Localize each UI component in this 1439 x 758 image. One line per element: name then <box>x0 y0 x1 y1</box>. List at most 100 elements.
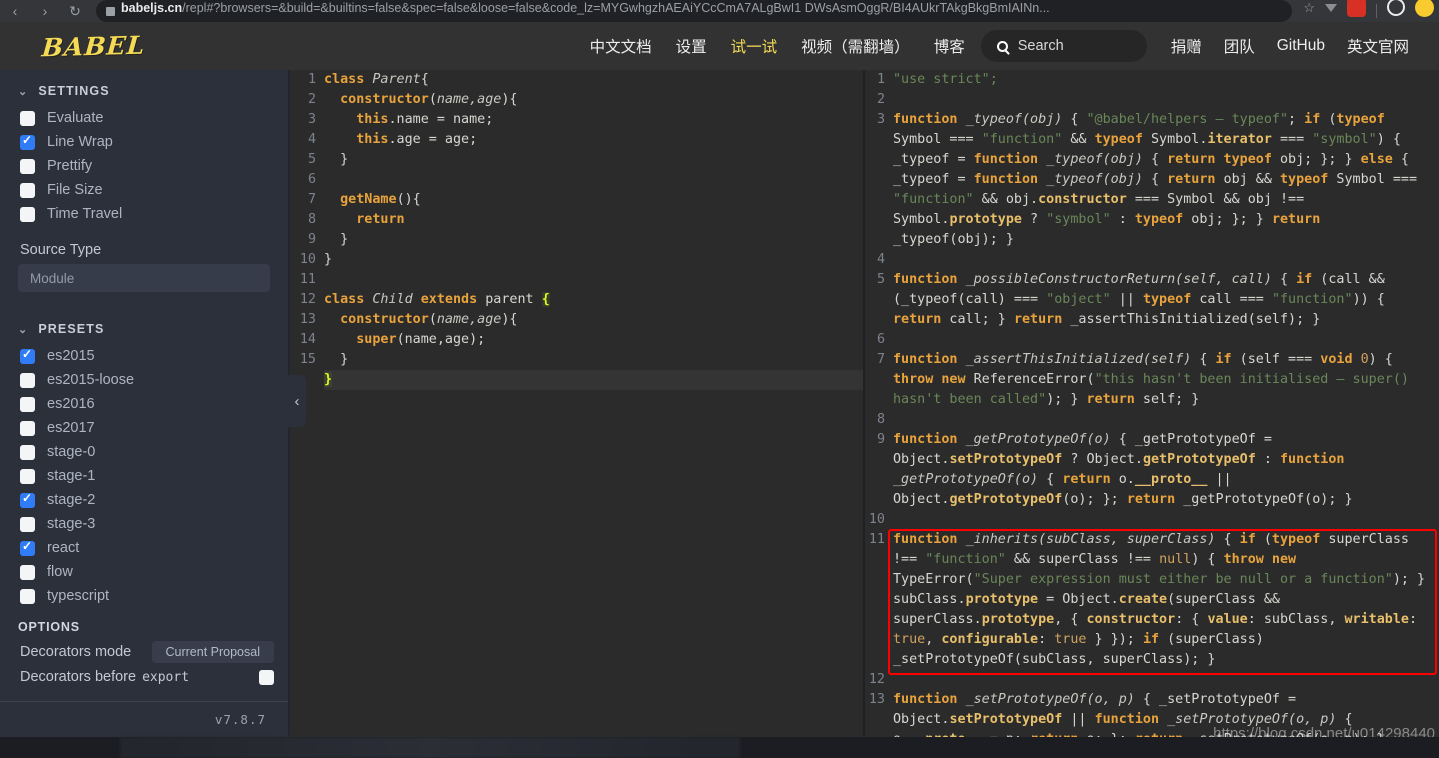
checkbox-icon[interactable] <box>20 588 35 604</box>
preset-typescript[interactable]: typescript <box>0 584 288 608</box>
nav-item-4[interactable]: 博客 <box>934 35 965 57</box>
line-number: 6 <box>876 332 885 347</box>
code-line[interactable]: return <box>324 210 863 230</box>
checkbox-icon[interactable] <box>20 110 35 126</box>
nav-right-item-2[interactable]: GitHub <box>1277 37 1325 55</box>
profile-ring-icon[interactable] <box>1387 0 1405 16</box>
nav-right-item-3[interactable]: 英文官网 <box>1347 35 1409 57</box>
checkbox-icon[interactable] <box>20 133 35 150</box>
code-line[interactable]: constructor(name,age){ <box>324 90 863 110</box>
checkbox-icon[interactable] <box>20 468 35 484</box>
code-token: ? <box>1022 212 1047 227</box>
code-line[interactable] <box>893 410 1439 430</box>
code-line[interactable]: } <box>324 150 863 170</box>
checkbox-icon[interactable] <box>20 420 35 436</box>
code-line[interactable] <box>893 510 1439 530</box>
checkbox-icon[interactable] <box>20 539 35 556</box>
code-line[interactable]: function _possibleConstructorReturn(self… <box>893 270 1439 330</box>
code-token: _assertThisInitialized(self) <box>965 352 1192 367</box>
address-bar[interactable]: babeljs.cn/repl#?browsers=&build=&builti… <box>96 0 1293 22</box>
back-icon[interactable]: ‹ <box>0 3 30 19</box>
code-token: { <box>1062 112 1087 127</box>
source-type-select[interactable]: Module <box>18 264 270 292</box>
checkbox-icon[interactable] <box>20 444 35 460</box>
checkbox-icon[interactable] <box>20 372 35 388</box>
setting-file-size[interactable]: File Size <box>0 178 288 202</box>
code-line[interactable] <box>324 270 863 290</box>
preset-react[interactable]: react <box>0 536 288 560</box>
checkbox-icon[interactable] <box>20 347 35 364</box>
code-line[interactable]: function _getPrototypeOf(o) { _getProtot… <box>893 430 1439 510</box>
checkbox-icon[interactable] <box>20 158 35 174</box>
reload-icon[interactable]: ↻ <box>60 3 90 20</box>
code-line[interactable] <box>893 330 1439 350</box>
checkbox-icon[interactable] <box>20 516 35 532</box>
bookmark-star-icon[interactable]: ☆ <box>1303 0 1315 16</box>
nav-item-1[interactable]: 设置 <box>676 35 707 57</box>
preset-stage-2[interactable]: stage-2 <box>0 488 288 512</box>
code-line[interactable]: getName(){ <box>324 190 863 210</box>
preset-es2016[interactable]: es2016 <box>0 392 288 416</box>
code-line[interactable] <box>893 670 1439 690</box>
input-code-editor[interactable]: 1 class Parent{2 constructor(name,age){3 … <box>290 70 863 758</box>
decorators-mode-row: Decorators mode Current Proposal <box>0 638 288 666</box>
setting-label: Time Travel <box>47 206 123 222</box>
code-line[interactable]: function _assertThisInitialized(self) { … <box>893 350 1439 410</box>
code-token: "symbol" <box>1312 132 1377 147</box>
setting-evaluate[interactable]: Evaluate <box>0 106 288 130</box>
preset-stage-3[interactable]: stage-3 <box>0 512 288 536</box>
presets-section-header[interactable]: ⌄ PRESETS <box>0 292 288 344</box>
nav-item-2[interactable]: 试一试 <box>731 35 778 57</box>
decorators-mode-select[interactable]: Current Proposal <box>151 641 274 663</box>
forward-icon[interactable]: › <box>30 3 60 19</box>
code-line[interactable]: super(name,age); <box>324 330 863 350</box>
checkbox-icon[interactable] <box>20 396 35 412</box>
triangle-down-icon[interactable] <box>1325 4 1337 12</box>
code-line[interactable]: this.name = name; <box>324 110 863 130</box>
extension-icon[interactable] <box>1347 0 1366 17</box>
output-code-editor[interactable]: 1 "use strict"; 2 3 function _typeof(obj) {… <box>863 70 1439 758</box>
search-box[interactable]: Search <box>980 30 1147 62</box>
checkbox-icon[interactable] <box>20 182 35 198</box>
code-line[interactable] <box>324 170 863 190</box>
setting-prettify[interactable]: Prettify <box>0 154 288 178</box>
avatar-icon[interactable] <box>1415 0 1434 17</box>
sidebar-collapse-handle[interactable]: ‹ <box>288 375 306 427</box>
code-line[interactable]: "use strict"; <box>893 70 1439 90</box>
settings-section-header[interactable]: ⌄ SETTINGS <box>0 70 288 106</box>
code-line[interactable] <box>893 250 1439 270</box>
code-token: { <box>1142 152 1168 167</box>
code-line[interactable]: class Parent{ <box>324 70 863 90</box>
code-line[interactable]: } <box>324 370 863 390</box>
nav-right-item-1[interactable]: 团队 <box>1224 35 1255 57</box>
code-line[interactable]: constructor(name,age){ <box>324 310 863 330</box>
nav-right-item-0[interactable]: 捐赠 <box>1171 35 1202 57</box>
search-input[interactable]: Search <box>1018 38 1064 54</box>
secondary-nav: 捐赠 团队 GitHub 英文官网 <box>1171 35 1409 57</box>
checkbox-icon[interactable] <box>20 564 35 580</box>
preset-stage-0[interactable]: stage-0 <box>0 440 288 464</box>
checkbox-icon[interactable] <box>20 206 35 222</box>
code-line[interactable]: function _inherits(subClass, superClass)… <box>893 530 1439 670</box>
nav-item-3[interactable]: 视频（需翻墙） <box>801 35 910 57</box>
code-line[interactable]: this.age = age; <box>324 130 863 150</box>
line-number: 4 <box>876 252 885 267</box>
code-line[interactable] <box>893 90 1439 110</box>
preset-es2017[interactable]: es2017 <box>0 416 288 440</box>
nav-item-0[interactable]: 中文文档 <box>590 35 652 57</box>
code-line[interactable]: class Child extends parent { <box>324 290 863 310</box>
code-line[interactable]: } <box>324 250 863 270</box>
code-token: constructor <box>340 312 429 327</box>
preset-es2015[interactable]: es2015 <box>0 344 288 368</box>
preset-flow[interactable]: flow <box>0 560 288 584</box>
preset-es2015-loose[interactable]: es2015-loose <box>0 368 288 392</box>
preset-stage-1[interactable]: stage-1 <box>0 464 288 488</box>
code-line[interactable]: function _typeof(obj) { "@babel/helpers … <box>893 110 1439 250</box>
checkbox-icon[interactable] <box>20 491 35 508</box>
setting-line-wrap[interactable]: Line Wrap <box>0 130 288 154</box>
code-line[interactable]: } <box>324 230 863 250</box>
setting-time-travel[interactable]: Time Travel <box>0 202 288 226</box>
code-line[interactable]: } <box>324 350 863 370</box>
decorators-before-checkbox[interactable] <box>259 669 274 685</box>
babel-logo[interactable]: BABEL <box>41 30 147 62</box>
